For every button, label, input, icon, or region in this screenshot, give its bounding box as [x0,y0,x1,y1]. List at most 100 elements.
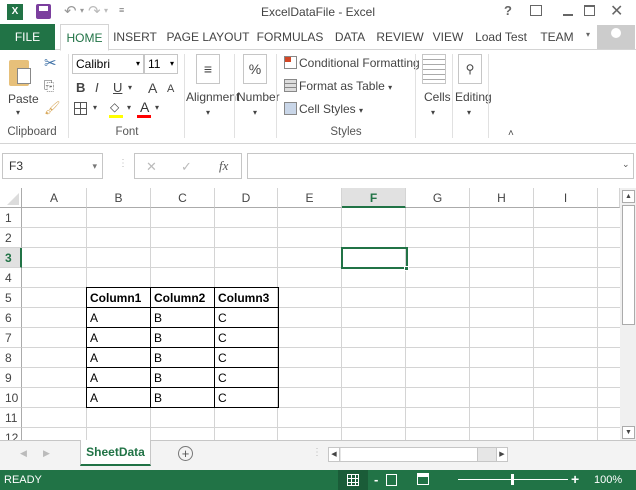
avatar[interactable] [597,25,635,49]
tab-data[interactable]: DATA [328,24,372,50]
italic-button[interactable]: I [95,80,99,95]
scroll-down-icon[interactable]: ▼ [622,426,635,439]
underline-button[interactable]: U [113,80,122,95]
number-dropdown-icon[interactable]: ▾ [253,108,257,117]
vertical-scrollbar[interactable]: ▲ ▼ [620,188,636,440]
tab-insert[interactable]: INSERT [110,24,160,50]
cells-dropdown-icon[interactable]: ▾ [431,108,435,117]
table-cell[interactable]: B [151,368,215,388]
table-header-cell[interactable]: Column2 [151,288,215,308]
column-header-d[interactable]: D [215,188,278,208]
row-header-4[interactable]: 4 [0,268,22,288]
number-button[interactable]: Number [237,90,280,104]
conditional-formatting-button[interactable]: Conditional Formatting ▾ [299,56,427,70]
cells-icon[interactable] [422,54,446,84]
font-color-button[interactable]: A [140,99,149,115]
row-header-3[interactable]: 3 [0,248,22,268]
expand-formula-bar-icon[interactable]: ⌄ [622,159,630,170]
column-header[interactable] [598,188,620,208]
select-all-button[interactable] [0,188,22,208]
help-button[interactable]: ? [504,3,512,18]
formula-input[interactable] [247,153,634,179]
horizontal-scroll-thumb[interactable] [341,448,478,461]
paste-button[interactable]: Paste [8,92,39,106]
row-header-11[interactable]: 11 [0,408,22,428]
underline-dropdown-icon[interactable]: ▾ [128,83,132,92]
paste-icon[interactable] [9,60,31,86]
zoom-level[interactable]: 100% [594,474,622,486]
zoom-slider[interactable] [458,474,568,485]
collapse-ribbon-icon[interactable]: ˄ [508,128,514,139]
copy-icon[interactable]: ⎘ [44,78,54,94]
scroll-left-icon[interactable]: ◀ [329,448,340,461]
cell-styles-button[interactable]: Cell Styles ▾ [299,102,363,116]
zoom-slider-thumb[interactable] [511,474,514,485]
table-cell[interactable]: A [87,388,151,408]
sheet-tab-sheetdata[interactable]: SheetData [80,440,151,466]
tab-file[interactable]: FILE [0,24,55,50]
fill-color-icon[interactable]: ◇ [110,100,119,114]
editing-button[interactable]: Editing [455,90,492,104]
name-box[interactable]: F3 ▾ [2,153,103,179]
row-header-7[interactable]: 7 [0,328,22,348]
column-header-f[interactable]: F [342,188,406,208]
table-cell[interactable]: B [151,388,215,408]
next-sheet-icon[interactable]: ▶ [43,448,50,459]
format-painter-icon[interactable]: 🖌 [44,100,61,116]
alignment-button[interactable]: Alignment [186,90,239,104]
spreadsheet-grid[interactable]: A B C D E F G H I 1 2 3 4 5 6 7 8 9 10 11 12 Column1 Column2 Co… [0,188,620,440]
insert-function-button[interactable]: fx [219,158,228,174]
enter-icon[interactable]: ✓ [181,159,192,175]
tab-team[interactable]: TEAM [534,24,580,50]
column-header-h[interactable]: H [470,188,534,208]
column-header-i[interactable]: I [534,188,598,208]
tab-page-layout[interactable]: PAGE LAYOUT [164,24,252,50]
table-cell[interactable]: C [215,388,278,408]
table-cell[interactable]: B [151,328,215,348]
table-header-cell[interactable]: Column3 [215,288,278,308]
row-header-6[interactable]: 6 [0,308,22,328]
table-cell[interactable]: A [87,368,151,388]
column-header-c[interactable]: C [151,188,215,208]
formula-bar-grip[interactable]: ⋮ [118,158,128,169]
cells-button[interactable]: Cells [424,90,451,104]
table-cell[interactable]: C [215,308,278,328]
horizontal-scrollbar[interactable]: ◀ ▶ [328,447,508,462]
format-as-table-button[interactable]: Format as Table ▾ [299,79,392,93]
font-color-dropdown-icon[interactable]: ▾ [155,103,159,112]
cancel-icon[interactable]: ✕ [146,159,157,175]
table-cell[interactable]: A [87,328,151,348]
maximize-button[interactable] [584,5,595,16]
fill-color-dropdown-icon[interactable]: ▾ [127,103,131,112]
column-header-b[interactable]: B [87,188,151,208]
selected-cell-f3[interactable] [341,247,408,269]
column-header-g[interactable]: G [406,188,470,208]
row-header-8[interactable]: 8 [0,348,22,368]
scroll-thumb[interactable] [622,205,635,325]
table-cell[interactable]: C [215,368,278,388]
cut-icon[interactable]: ✂ [44,54,57,72]
row-header-5[interactable]: 5 [0,288,22,308]
alignment-dropdown-icon[interactable]: ▾ [206,108,210,117]
row-header-1[interactable]: 1 [0,208,22,228]
bold-button[interactable]: B [76,80,85,95]
page-layout-view-icon[interactable] [386,474,397,486]
tab-formulas[interactable]: FORMULAS [254,24,326,50]
zoom-out-button[interactable]: - [374,472,378,487]
tab-home[interactable]: HOME [60,24,109,51]
tab-load-test[interactable]: Load Test [470,24,532,50]
borders-icon[interactable] [74,102,87,115]
table-cell[interactable]: A [87,308,151,328]
paste-dropdown-icon[interactable]: ▾ [16,108,20,117]
account-dropdown-icon[interactable]: ▾ [586,30,590,39]
prev-sheet-icon[interactable]: ◀ [20,448,27,459]
row-header-12[interactable]: 12 [0,428,22,440]
table-header-cell[interactable]: Column1 [87,288,151,308]
grow-font-button[interactable]: A [148,80,157,96]
table-cell[interactable]: B [151,308,215,328]
tab-split-grip[interactable]: ⋮ [312,447,322,458]
number-icon[interactable]: % [243,54,267,84]
zoom-in-button[interactable]: + [571,471,579,487]
table-cell[interactable]: C [215,348,278,368]
minimize-button[interactable] [563,14,573,16]
